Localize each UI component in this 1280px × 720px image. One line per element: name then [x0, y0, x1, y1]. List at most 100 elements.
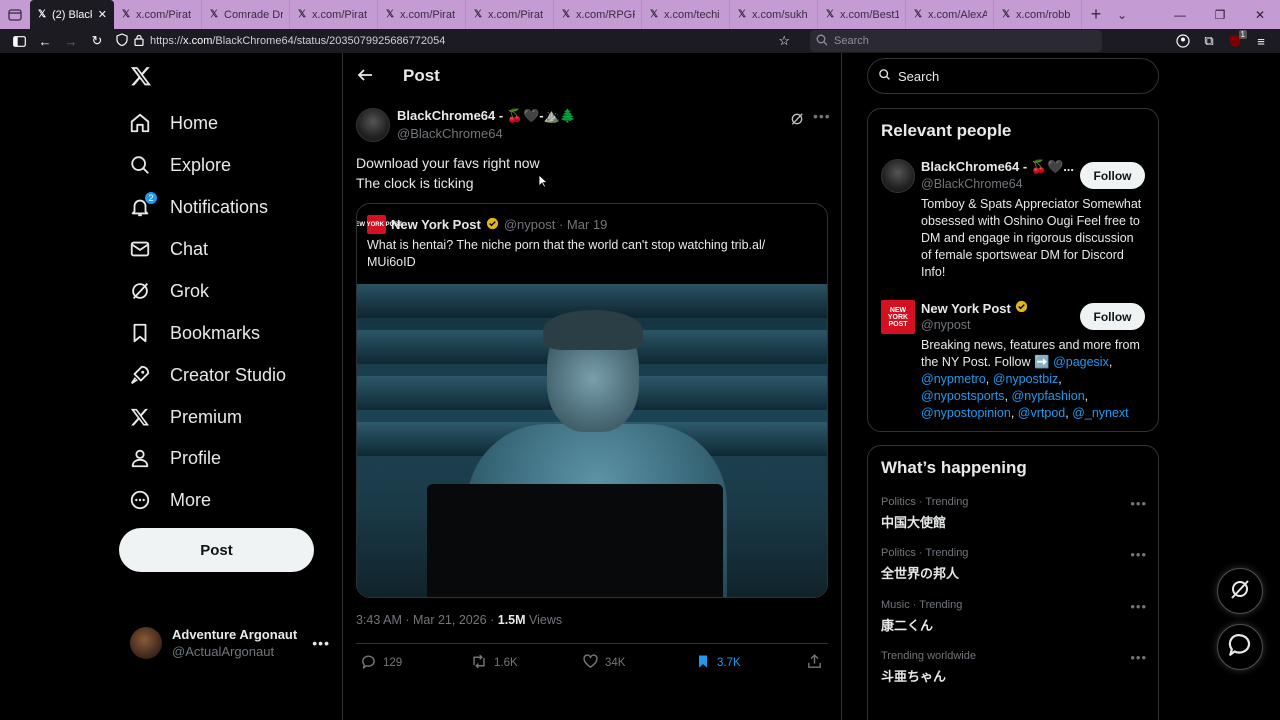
- nav-item-explore[interactable]: Explore: [128, 145, 231, 185]
- back-icon[interactable]: ←: [32, 29, 58, 53]
- trend-item[interactable]: Music · Trending 康二くん •••: [881, 599, 1147, 639]
- grok-icon[interactable]: [789, 111, 805, 127]
- reply-button[interactable]: 129: [360, 653, 402, 673]
- trend-item[interactable]: Trending worldwide 斗亜ちゃん •••: [881, 650, 1147, 690]
- grok-icon: [1228, 577, 1252, 606]
- browser-tab[interactable]: 𝕏x.com/AlexA: [906, 0, 994, 29]
- trend-item[interactable]: Politics · Trending 全世界の邦人 •••: [881, 547, 1147, 587]
- relevant-people-card: Relevant people BlackChrome64 - 🍒🖤... @B…: [867, 108, 1159, 432]
- ublock-icon[interactable]: 1: [1222, 29, 1248, 53]
- extension-badge: 1: [1238, 30, 1247, 39]
- shield-icon[interactable]: [116, 33, 128, 49]
- forward-icon[interactable]: →: [58, 29, 84, 53]
- nav-item-grok[interactable]: Grok: [128, 271, 209, 311]
- grok-icon: [128, 279, 152, 303]
- mention-link[interactable]: @nypmetro: [921, 372, 986, 386]
- search-input[interactable]: Search: [867, 58, 1159, 94]
- follow-button[interactable]: Follow: [1080, 303, 1145, 330]
- search-icon: [878, 68, 891, 84]
- like-button[interactable]: 34K: [582, 653, 625, 673]
- more-icon[interactable]: •••: [312, 635, 330, 651]
- author-avatar[interactable]: [356, 108, 390, 142]
- post-compose-button[interactable]: Post: [119, 528, 314, 572]
- mail-icon: [128, 237, 152, 261]
- nav-item-more[interactable]: More: [128, 480, 211, 520]
- person-blackchrome64[interactable]: BlackChrome64 - 🍒🖤... @BlackChrome64 Fol…: [881, 159, 1147, 289]
- browser-tab[interactable]: 𝕏x.com/techi: [642, 0, 730, 29]
- more-icon[interactable]: •••: [1130, 599, 1147, 614]
- bookmark-star-icon[interactable]: ☆: [778, 33, 790, 49]
- mention-link[interactable]: @vrtpod: [1018, 406, 1065, 420]
- mention-link[interactable]: @nypostopinion: [921, 406, 1011, 420]
- minimize-icon[interactable]: —: [1160, 8, 1200, 22]
- share-button[interactable]: [806, 653, 823, 673]
- nypost-bio: Breaking news, features and more from th…: [921, 338, 1140, 420]
- browser-tab[interactable]: 𝕏 Comrade Dr: [202, 0, 290, 29]
- nav-item-notifications[interactable]: 2 Notifications: [128, 187, 268, 227]
- chat-fab[interactable]: [1217, 624, 1263, 670]
- nypost-avatar[interactable]: NEW YORK POST: [881, 300, 915, 334]
- x-favicon-icon: 𝕏: [297, 9, 307, 20]
- grok-fab[interactable]: [1217, 568, 1263, 614]
- post-author: BlackChrome64 - 🍒🖤-⛰️🌲 @BlackChrome64 ••…: [356, 107, 831, 147]
- sidebar-toggle-icon[interactable]: [6, 29, 32, 53]
- x-logo-icon[interactable]: [130, 65, 154, 89]
- nav-item-chat[interactable]: Chat: [128, 229, 208, 269]
- mention-link[interactable]: @nypostsports: [921, 389, 1005, 403]
- browser-tab[interactable]: 𝕏x.com/robb: [994, 0, 1082, 29]
- repost-icon: [470, 653, 488, 673]
- rocket-icon: [128, 363, 152, 387]
- nav-item-creator-studio[interactable]: Creator Studio: [128, 355, 286, 395]
- browser-tab[interactable]: 𝕏x.com/Pirat: [378, 0, 466, 29]
- author-display-name[interactable]: BlackChrome64 - 🍒🖤-⛰️🌲: [397, 108, 576, 124]
- mouse-cursor-icon: [538, 174, 549, 188]
- mention-link[interactable]: @nypfashion: [1012, 389, 1085, 403]
- mention-link[interactable]: @nypostbiz: [993, 372, 1059, 386]
- author-handle[interactable]: @BlackChrome64: [397, 126, 503, 141]
- nav-item-bookmarks[interactable]: Bookmarks: [128, 313, 260, 353]
- x-favicon-icon: 𝕏: [561, 9, 571, 20]
- tab-list-icon[interactable]: [0, 0, 30, 29]
- follow-button[interactable]: Follow: [1080, 162, 1145, 189]
- person-nypost[interactable]: NEW YORK POST New York Post @nypost Foll…: [881, 300, 1147, 425]
- new-tab-icon[interactable]: +: [1082, 4, 1110, 25]
- url-bar[interactable]: https://x.com/BlackChrome64/status/20350…: [116, 30, 798, 52]
- more-icon[interactable]: •••: [1130, 547, 1147, 562]
- bookmark-button[interactable]: 3.7K: [695, 653, 741, 673]
- more-icon[interactable]: •••: [1130, 496, 1147, 511]
- account-icon[interactable]: [1170, 29, 1196, 53]
- account-switcher[interactable]: Adventure Argonaut @ActualArgonaut •••: [130, 625, 330, 661]
- quoted-post-image[interactable]: [357, 284, 827, 597]
- restore-icon[interactable]: ❐: [1200, 8, 1240, 22]
- mention-link[interactable]: @pagesix: [1053, 355, 1109, 369]
- search-icon: [128, 153, 152, 177]
- browser-tab[interactable]: 𝕏x.com/sukh: [730, 0, 818, 29]
- browser-tab[interactable]: 𝕏x.com/Pirat: [290, 0, 378, 29]
- mention-link[interactable]: @_nynext: [1072, 406, 1128, 420]
- nav-item-profile[interactable]: Profile: [128, 438, 221, 478]
- nav-item-home[interactable]: Home: [128, 103, 218, 143]
- chevron-down-icon[interactable]: ⌄: [1110, 8, 1134, 22]
- reload-icon[interactable]: ↻: [84, 29, 110, 53]
- menu-icon[interactable]: ≡: [1248, 29, 1274, 53]
- browser-search-bar[interactable]: Search: [810, 30, 1102, 52]
- browser-tab[interactable]: 𝕏x.com/Pirat: [114, 0, 202, 29]
- browser-tab[interactable]: 𝕏x.com/Best1: [818, 0, 906, 29]
- browser-tab-active[interactable]: 𝕏 (2) BlackC ✕: [30, 0, 114, 29]
- quoted-post[interactable]: NEW YORK POST New York Post @nypost · Ma…: [356, 203, 828, 598]
- url-text: https://x.com/BlackChrome64/status/20350…: [150, 35, 446, 47]
- browser-tab[interactable]: 𝕏x.com/Pirat: [466, 0, 554, 29]
- repost-button[interactable]: 1.6K: [470, 653, 518, 673]
- extensions-icon[interactable]: ⧉: [1196, 29, 1222, 53]
- browser-tab[interactable]: 𝕏x.com/RPGP: [554, 0, 642, 29]
- back-arrow-icon[interactable]: [357, 67, 375, 85]
- lock-icon[interactable]: [134, 34, 144, 49]
- close-window-icon[interactable]: ✕: [1240, 8, 1280, 22]
- nav-item-premium[interactable]: Premium: [128, 397, 242, 437]
- avatar[interactable]: [881, 159, 915, 193]
- more-icon[interactable]: •••: [1130, 650, 1147, 665]
- tab-close-icon[interactable]: ✕: [98, 8, 107, 21]
- post-actions: 129 1.6K 34K 3.7K: [356, 653, 828, 675]
- more-icon[interactable]: •••: [813, 108, 831, 124]
- trend-item[interactable]: Politics · Trending 中国大使館 •••: [881, 496, 1147, 536]
